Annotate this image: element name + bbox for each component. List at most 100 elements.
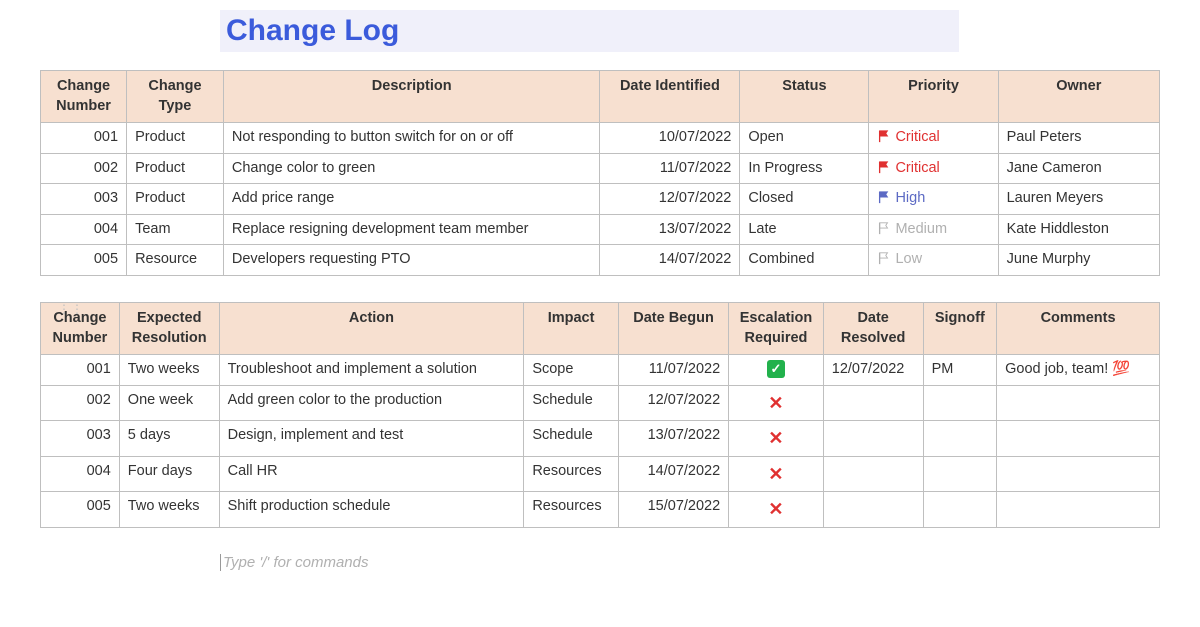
cell-change-number: 003 — [41, 421, 120, 457]
cell-status: In Progress — [740, 153, 869, 184]
cell-action: Shift production schedule — [219, 492, 524, 528]
flag-icon: High — [877, 190, 925, 206]
cell-signoff — [923, 421, 997, 457]
cell-change-number: 002 — [41, 153, 127, 184]
cell-change-type: Product — [127, 123, 224, 154]
cell-priority: Critical — [869, 123, 998, 154]
cross-icon: ✕ — [768, 393, 783, 413]
cell-action: Add green color to the production — [219, 385, 524, 421]
cell-escalation: ✕ — [729, 385, 824, 421]
cell-owner: June Murphy — [998, 245, 1159, 276]
cell-change-number: 002 — [41, 385, 120, 421]
check-icon: ✓ — [767, 360, 785, 378]
cell-change-type: Product — [127, 184, 224, 215]
table-row[interactable]: 001Two weeksTroubleshoot and implement a… — [41, 355, 1160, 386]
change-log-table-2: Change Number Expected Resolution Action… — [40, 302, 1160, 528]
table-row[interactable]: 002One weekAdd green color to the produc… — [41, 385, 1160, 421]
cross-icon: ✕ — [768, 464, 783, 484]
cell-date-identified: 14/07/2022 — [600, 245, 740, 276]
cell-date-resolved — [823, 456, 923, 492]
cell-change-number: 005 — [41, 492, 120, 528]
table-row[interactable]: 002ProductChange color to green11/07/202… — [41, 153, 1160, 184]
cell-change-number: 005 — [41, 245, 127, 276]
cell-expected-resolution: Two weeks — [119, 355, 219, 386]
cell-action: Call HR — [219, 456, 524, 492]
col-action: Action — [219, 302, 524, 354]
cell-description: Developers requesting PTO — [223, 245, 600, 276]
table-row[interactable]: 003ProductAdd price range12/07/2022Close… — [41, 184, 1160, 215]
cell-signoff: PM — [923, 355, 997, 386]
cell-date-identified: 13/07/2022 — [600, 214, 740, 245]
flag-icon: Critical — [877, 160, 939, 176]
cell-date-resolved — [823, 421, 923, 457]
col-expected-resolution: Expected Resolution — [119, 302, 219, 354]
cell-description: Not responding to button switch for on o… — [223, 123, 600, 154]
change-log-table-1: Change Number Change Type Description Da… — [40, 70, 1160, 276]
cell-description: Replace resigning development team membe… — [223, 214, 600, 245]
col-escalation-required: Escalation Required — [729, 302, 824, 354]
cell-action: Design, implement and test — [219, 421, 524, 457]
page-title: Change Log — [220, 10, 959, 52]
cell-date-identified: 11/07/2022 — [600, 153, 740, 184]
col-change-number: Change Number — [41, 71, 127, 123]
cell-owner: Lauren Meyers — [998, 184, 1159, 215]
cell-owner: Kate Hiddleston — [998, 214, 1159, 245]
command-input[interactable]: Type '/' for commands — [220, 554, 1160, 571]
cell-change-number: 001 — [41, 123, 127, 154]
cell-owner: Jane Cameron — [998, 153, 1159, 184]
cell-date-resolved — [823, 385, 923, 421]
cell-date-resolved: 12/07/2022 — [823, 355, 923, 386]
cell-status: Closed — [740, 184, 869, 215]
cell-escalation: ✕ — [729, 456, 824, 492]
col-change-type: Change Type — [127, 71, 224, 123]
cell-escalation: ✕ — [729, 421, 824, 457]
cell-change-type: Resource — [127, 245, 224, 276]
drag-handle-icon[interactable]: ⋮⋮ — [58, 302, 84, 316]
cell-priority: Medium — [869, 214, 998, 245]
cell-date-identified: 12/07/2022 — [600, 184, 740, 215]
title-block: Change Log — [220, 10, 1160, 52]
cell-signoff — [923, 385, 997, 421]
cell-status: Late — [740, 214, 869, 245]
table2-header-row: Change Number Expected Resolution Action… — [41, 302, 1160, 354]
cell-impact: Resources — [524, 492, 619, 528]
page: Change Log Change Number Change Type Des… — [0, 0, 1200, 591]
cell-expected-resolution: Four days — [119, 456, 219, 492]
col-date-begun: Date Begun — [618, 302, 728, 354]
cell-action: Troubleshoot and implement a solution — [219, 355, 524, 386]
cell-description: Add price range — [223, 184, 600, 215]
table-row[interactable]: 004TeamReplace resigning development tea… — [41, 214, 1160, 245]
col-signoff: Signoff — [923, 302, 997, 354]
cell-date-begun: 15/07/2022 — [618, 492, 728, 528]
cell-change-number: 001 — [41, 355, 120, 386]
cell-expected-resolution: One week — [119, 385, 219, 421]
col-priority: Priority — [869, 71, 998, 123]
table-row[interactable]: 004Four daysCall HRResources14/07/2022✕ — [41, 456, 1160, 492]
cell-change-number: 003 — [41, 184, 127, 215]
cell-escalation: ✓ — [729, 355, 824, 386]
cell-status: Open — [740, 123, 869, 154]
cell-comments — [997, 385, 1160, 421]
table1-header-row: Change Number Change Type Description Da… — [41, 71, 1160, 123]
flag-icon: Critical — [877, 129, 939, 145]
cell-expected-resolution: 5 days — [119, 421, 219, 457]
cell-date-begun: 14/07/2022 — [618, 456, 728, 492]
cell-comments — [997, 421, 1160, 457]
cell-date-resolved — [823, 492, 923, 528]
cell-date-identified: 10/07/2022 — [600, 123, 740, 154]
cell-impact: Schedule — [524, 421, 619, 457]
table-row[interactable]: 001ProductNot responding to button switc… — [41, 123, 1160, 154]
cell-expected-resolution: Two weeks — [119, 492, 219, 528]
cell-priority: Critical — [869, 153, 998, 184]
cell-priority: High — [869, 184, 998, 215]
col-owner: Owner — [998, 71, 1159, 123]
table-row[interactable]: 005Two weeksShift production scheduleRes… — [41, 492, 1160, 528]
cross-icon: ✕ — [768, 428, 783, 448]
col-description: Description — [223, 71, 600, 123]
col-comments: Comments — [997, 302, 1160, 354]
table-row[interactable]: 005ResourceDevelopers requesting PTO14/0… — [41, 245, 1160, 276]
table-row[interactable]: 0035 daysDesign, implement and testSched… — [41, 421, 1160, 457]
cell-comments — [997, 456, 1160, 492]
cell-priority: Low — [869, 245, 998, 276]
col-date-resolved: Date Resolved — [823, 302, 923, 354]
